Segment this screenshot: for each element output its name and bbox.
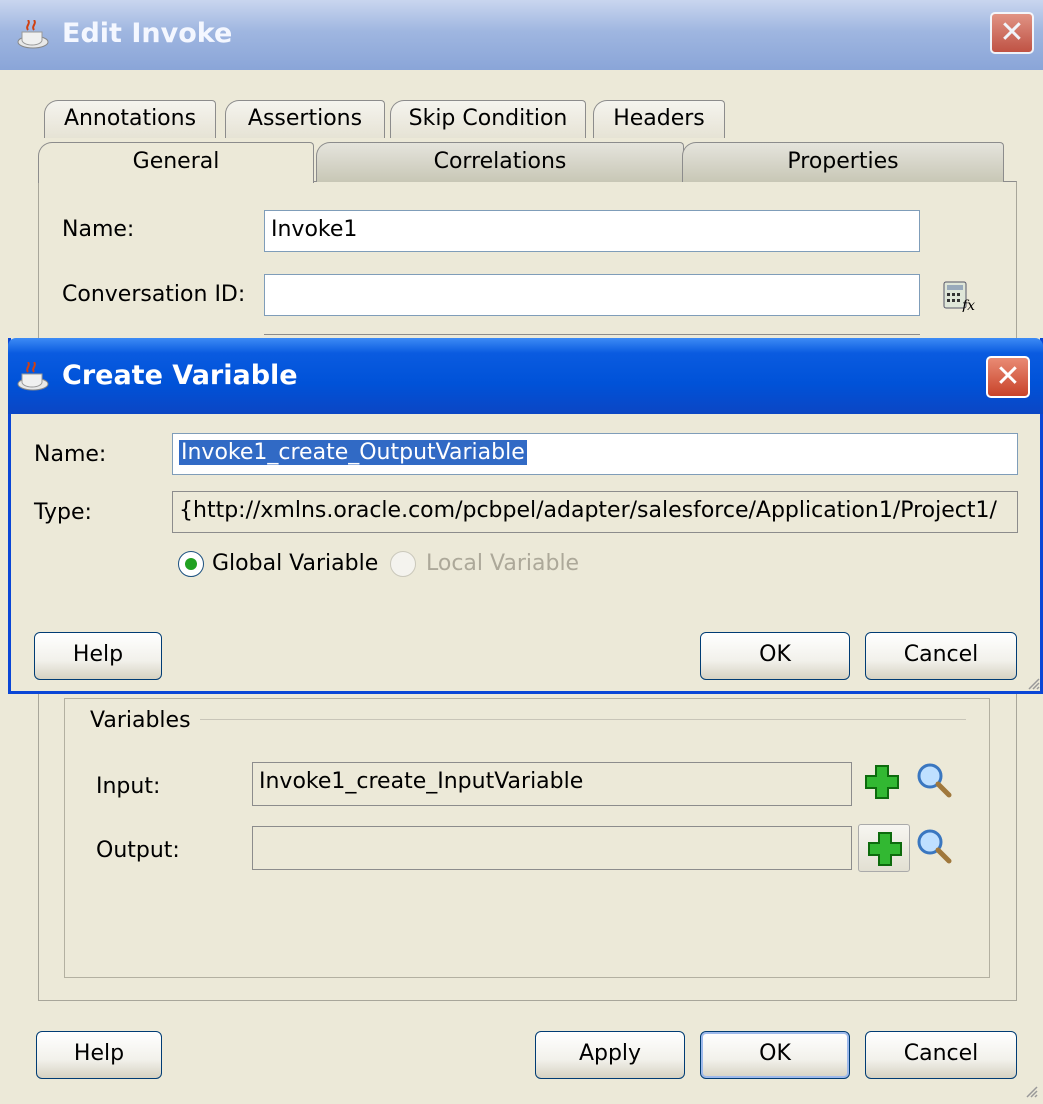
input-label: Input: [96,774,161,799]
variable-name-selected-text: Invoke1_create_OutputVariable [179,440,527,465]
tab-skip-condition[interactable]: Skip Condition [390,100,586,138]
magnifier-icon[interactable] [914,760,954,800]
coffee-cup-icon [17,362,49,391]
global-variable-label[interactable]: Global Variable [212,551,378,576]
variable-type-field[interactable]: {http://xmlns.oracle.com/pcbpel/adapter/… [172,491,1018,533]
svg-text:fx: fx [961,298,975,312]
name-label: Name: [62,217,135,242]
create-variable-title: Create Variable [62,360,298,391]
variables-group-title: Variables [84,708,197,733]
create-variable-close-button[interactable]: ✕ [986,356,1030,398]
tab-headers[interactable]: Headers [593,100,725,138]
close-icon: ✕ [995,359,1021,394]
output-variable-field[interactable] [252,826,852,870]
tab-annotations[interactable]: Annotations [44,100,216,138]
close-icon: ✕ [999,15,1025,50]
variables-group-divider [200,719,966,720]
resize-grip-icon[interactable] [1024,1084,1038,1098]
invoke-name-input[interactable]: Invoke1 [264,210,920,252]
variable-type-label: Type: [34,500,92,525]
tab-general[interactable]: General [38,142,314,183]
local-variable-label: Local Variable [426,551,580,576]
expression-builder-icon[interactable]: fx [942,280,978,312]
coffee-cup-icon [17,20,49,49]
edit-invoke-help-button[interactable]: Help [36,1031,162,1079]
input-variable-field[interactable]: Invoke1_create_InputVariable [252,762,852,806]
add-output-variable-button[interactable] [858,824,910,872]
green-plus-icon [868,832,902,866]
edit-invoke-title: Edit Invoke [62,18,233,49]
create-variable-help-button[interactable]: Help [34,632,162,680]
tab-assertions[interactable]: Assertions [225,100,385,138]
variable-name-input[interactable]: Invoke1_create_OutputVariable [172,433,1018,475]
magnifier-icon[interactable] [914,826,954,866]
output-label: Output: [96,838,180,863]
edit-invoke-ok-button[interactable]: OK [700,1031,850,1079]
global-variable-radio[interactable] [178,551,204,577]
variable-name-label: Name: [34,442,107,467]
edit-invoke-cancel-button[interactable]: Cancel [865,1031,1017,1079]
green-plus-icon[interactable] [862,762,902,802]
create-variable-cancel-button[interactable]: Cancel [865,632,1017,680]
apply-button[interactable]: Apply [535,1031,685,1079]
edit-invoke-close-button[interactable]: ✕ [990,12,1034,54]
local-variable-radio [390,551,416,577]
tab-properties[interactable]: Properties [682,142,1004,182]
tab-correlations[interactable]: Correlations [316,142,684,182]
resize-grip-icon[interactable] [1026,676,1040,690]
conversation-id-label: Conversation ID: [62,282,246,307]
conversation-id-input[interactable] [264,274,920,316]
create-variable-ok-button[interactable]: OK [700,632,850,680]
